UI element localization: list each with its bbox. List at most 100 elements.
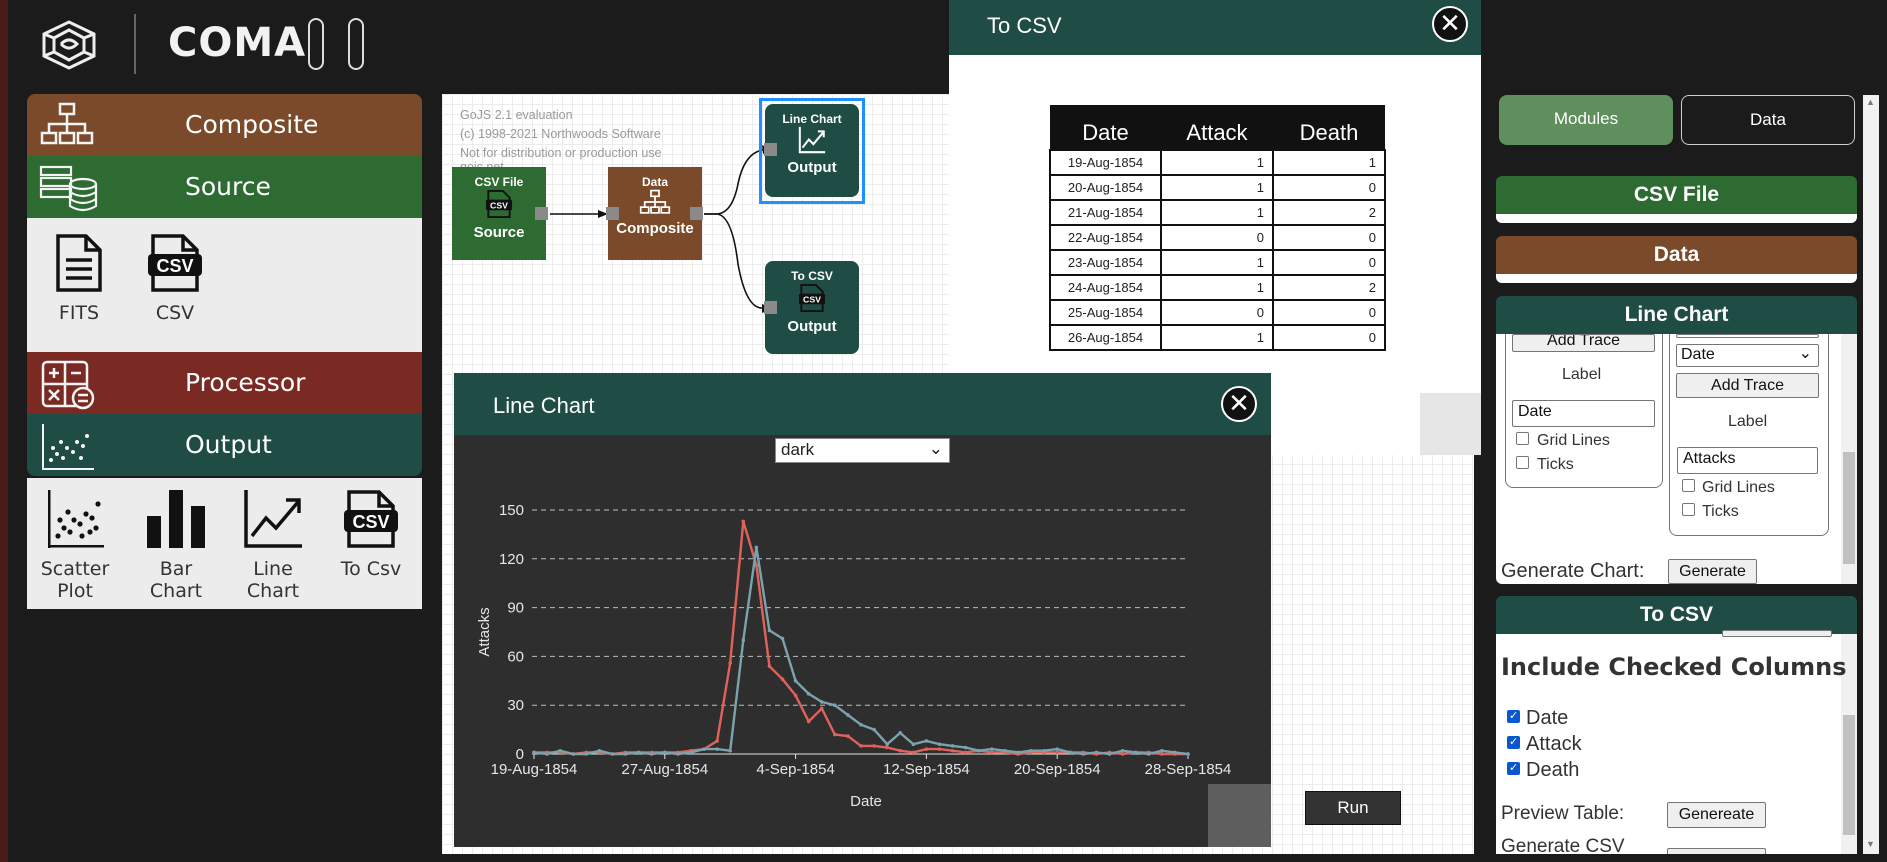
hierarchy-icon <box>639 189 671 214</box>
label-input[interactable]: Date <box>1512 400 1655 427</box>
section-processor[interactable]: Processor <box>27 352 422 414</box>
generate-chart-label: Generate Chart: <box>1501 560 1645 582</box>
line-chart-dialog-title: Line Chart <box>454 373 1271 435</box>
header-pill-button-1[interactable] <box>308 18 324 70</box>
data-point <box>1146 752 1151 756</box>
data-point <box>728 661 732 665</box>
node-type: Output <box>787 318 837 335</box>
cell: 1 <box>1160 249 1274 276</box>
section-output[interactable]: Output <box>27 414 422 476</box>
data-point <box>793 693 798 698</box>
label-input[interactable]: Attacks <box>1677 447 1818 474</box>
cell: 24-Aug-1854 <box>1049 274 1162 301</box>
grid-lines-checkbox[interactable] <box>1516 432 1529 445</box>
column-header: Date <box>1050 105 1161 150</box>
data-point <box>1029 748 1033 753</box>
scroll-thumb[interactable] <box>1843 452 1855 564</box>
tool-csv-label: CSV <box>155 302 195 324</box>
to-csv-dialog-title: To CSV <box>949 0 1481 55</box>
grid-lines-checkbox[interactable] <box>1682 479 1695 492</box>
node-data[interactable]: Data Composite <box>608 167 702 260</box>
scroll-down-icon[interactable]: ▼ <box>1866 839 1875 849</box>
module-line-chart[interactable]: Line Chart <box>1496 296 1857 334</box>
data-point <box>663 750 667 755</box>
preview-table-label: Preview Table: <box>1501 803 1625 824</box>
node-csv-file[interactable]: CSV File CSV Source <box>452 167 546 260</box>
add-trace-button[interactable]: Add Trace <box>1676 373 1819 398</box>
module-to-csv[interactable]: To CSV <box>1496 596 1857 634</box>
run-button[interactable]: Run <box>1305 791 1401 825</box>
port-out[interactable] <box>690 207 703 220</box>
scroll-up-icon[interactable]: ▲ <box>1866 97 1875 107</box>
header-pill-button-2[interactable] <box>348 18 364 70</box>
generate-chart-button[interactable]: Generate <box>1668 559 1757 584</box>
column-checkbox-death[interactable] <box>1507 761 1520 775</box>
generate-csv-button[interactable] <box>1667 848 1766 854</box>
tool-to-csv[interactable]: CSV To Csv <box>329 488 413 580</box>
data-point <box>859 722 863 727</box>
include-columns-heading: Include Checked Columns <box>1501 653 1847 681</box>
data-point <box>937 742 942 747</box>
module-data[interactable]: Data <box>1496 236 1857 274</box>
section-source[interactable]: Source <box>27 156 422 218</box>
cell: 26-Aug-1854 <box>1049 324 1162 351</box>
csv-preview-table: Date Attack Death 19-Aug-1854 1 1 20-Aug-1… <box>1049 105 1386 351</box>
resize-handle[interactable] <box>1208 784 1271 847</box>
cell: 0 <box>1160 299 1274 326</box>
tool-line-chart[interactable]: Line Chart <box>225 488 321 602</box>
cell: 0 <box>1272 299 1386 326</box>
clipped-button[interactable] <box>1722 630 1832 637</box>
data-point <box>872 727 876 732</box>
table-row: 25-Aug-1854 0 0 <box>1049 299 1386 326</box>
bar-chart-icon <box>147 490 205 548</box>
ticks-checkbox[interactable] <box>1682 503 1695 516</box>
resize-handle[interactable] <box>1420 393 1481 455</box>
cell: 1 <box>1160 274 1274 301</box>
data-point <box>950 744 955 748</box>
tool-fits[interactable]: FITS <box>47 232 111 324</box>
x-tick-label: 28-Sep-1854 <box>1145 761 1232 778</box>
port-out[interactable] <box>535 207 548 220</box>
node-type: Composite <box>616 220 694 237</box>
port-in[interactable] <box>764 143 777 156</box>
y-tick-label: 120 <box>499 551 524 568</box>
tab-modules[interactable]: Modules <box>1499 95 1673 145</box>
data-point <box>636 750 641 755</box>
scroll-thumb[interactable] <box>1843 715 1855 835</box>
x-column-select[interactable]: Date ⌄ <box>1676 344 1819 367</box>
y-column-select[interactable]: Death <box>1676 334 1819 338</box>
close-icon[interactable]: ✕ <box>1432 6 1468 42</box>
data-point <box>846 713 850 717</box>
svg-text:CSV: CSV <box>803 294 821 304</box>
node-line-chart[interactable]: Line Chart Output <box>765 104 859 197</box>
module-csv-file[interactable]: CSV File <box>1496 176 1857 214</box>
data-point <box>1160 752 1164 756</box>
module-csv-file-body <box>1496 214 1857 223</box>
preview-table-button[interactable]: Genereate <box>1667 802 1766 828</box>
data-point <box>872 744 876 748</box>
cell: 0 <box>1160 224 1274 251</box>
ticks-checkbox[interactable] <box>1516 456 1529 469</box>
add-trace-button[interactable]: Add Trace <box>1512 334 1655 352</box>
section-composite[interactable]: Composite <box>27 94 422 156</box>
node-title: To CSV <box>791 269 833 283</box>
column-checkbox-attack[interactable] <box>1507 735 1520 749</box>
close-icon[interactable]: ✕ <box>1221 386 1257 422</box>
data-point <box>898 731 903 735</box>
tool-scatter-plot[interactable]: Scatter Plot <box>35 488 115 602</box>
calculator-icon <box>39 360 109 410</box>
right-panel-scrollbar[interactable]: ▲ ▼ <box>1863 95 1879 854</box>
svg-text:CSV: CSV <box>352 512 389 532</box>
data-point <box>610 752 615 756</box>
node-to-csv[interactable]: To CSV CSV Output <box>765 261 859 354</box>
tab-data[interactable]: Data <box>1681 95 1855 145</box>
column-header: Attack <box>1161 105 1273 150</box>
section-output-label: Output <box>185 430 272 459</box>
data-point <box>1081 752 1086 756</box>
data-point <box>885 745 889 750</box>
tool-csv[interactable]: CSV CSV <box>143 232 207 324</box>
port-in[interactable] <box>764 301 777 314</box>
tool-bar-chart[interactable]: Bar Chart <box>131 488 221 602</box>
port-in[interactable] <box>606 207 619 220</box>
column-checkbox-date[interactable] <box>1507 709 1520 723</box>
